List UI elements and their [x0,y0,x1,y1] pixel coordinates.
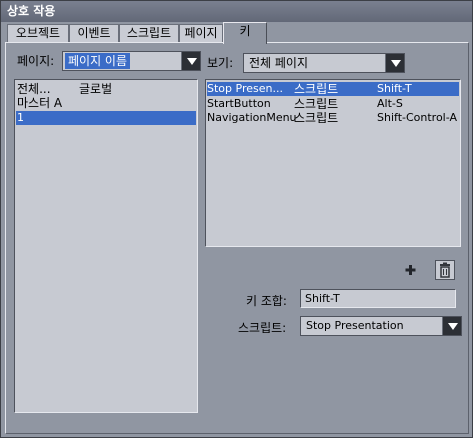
view-filter-dropdown[interactable]: 전체 페이지 [243,53,405,73]
trash-icon [440,262,450,278]
tab-events[interactable]: 이벤트 [69,24,119,42]
page-name: 마스터 A [17,96,63,110]
plus-icon [405,265,416,275]
script-dropdown[interactable]: Stop Presentation [300,316,462,336]
table-row[interactable]: NavigationMenu 스크립트 Shift-Control-A [207,111,459,125]
view-filter-label: 보기: [207,56,234,70]
list-item[interactable]: 1 [16,111,196,125]
key-combo-field[interactable]: Shift-T [300,289,456,308]
script-value: Stop Presentation [306,319,404,332]
tab-objects[interactable]: 오브젝트 [7,24,69,42]
chevron-down-icon[interactable] [181,52,200,70]
window-title: 상호 작용 [1,1,472,22]
key-type: 스크립트 [294,82,339,96]
delete-button[interactable] [435,260,455,280]
tab-pages[interactable]: 페이지 [179,24,223,42]
table-row[interactable]: StartButton 스크립트 Alt-S [207,97,459,111]
key-type: 스크립트 [294,111,339,125]
tab-bar: 오브젝트 이벤트 스크립트 페이지 키 [5,22,470,44]
page-filter-dropdown[interactable]: 페이지 이름 [62,51,201,71]
key-list[interactable]: Stop Presen... 스크립트 Shift-T StartButton … [205,79,461,247]
key-name: StartButton [207,97,271,110]
script-label: 스크립트: [238,321,287,335]
chevron-down-icon[interactable] [385,54,404,72]
page-name: 1 [17,111,24,124]
tab-keys[interactable]: 키 [223,22,267,44]
page-filter-value: 페이지 이름 [65,53,131,69]
list-item[interactable]: 전체... 글로벌 [16,82,196,96]
add-button[interactable] [401,260,421,280]
key-shortcut: Shift-T [377,82,412,95]
chevron-down-icon[interactable] [442,317,461,335]
key-combo-label: 키 조합: [246,294,287,308]
view-filter-value: 전체 페이지 [249,56,309,70]
key-shortcut: Shift-Control-A [377,111,457,124]
list-item[interactable]: 마스터 A [16,96,196,110]
page-list[interactable]: 전체... 글로벌 마스터 A 1 [14,79,198,413]
page-filter-label: 페이지: [17,54,55,68]
key-type: 스크립트 [294,97,339,111]
key-shortcut: Alt-S [377,97,403,110]
page-scope: 글로벌 [79,82,113,96]
interaction-window: 상호 작용 오브젝트 이벤트 스크립트 페이지 키 페이지: 페이지 이름 보기… [0,0,473,438]
page-name: 전체... [17,82,51,96]
keys-panel: 페이지: 페이지 이름 보기: 전체 페이지 전체... 글로벌 마스터 A 1 [5,42,469,434]
key-name: NavigationMenu [207,111,297,124]
tab-scripts[interactable]: 스크립트 [119,24,179,42]
table-row[interactable]: Stop Presen... 스크립트 Shift-T [207,82,459,96]
key-name: Stop Presen... [207,82,283,95]
